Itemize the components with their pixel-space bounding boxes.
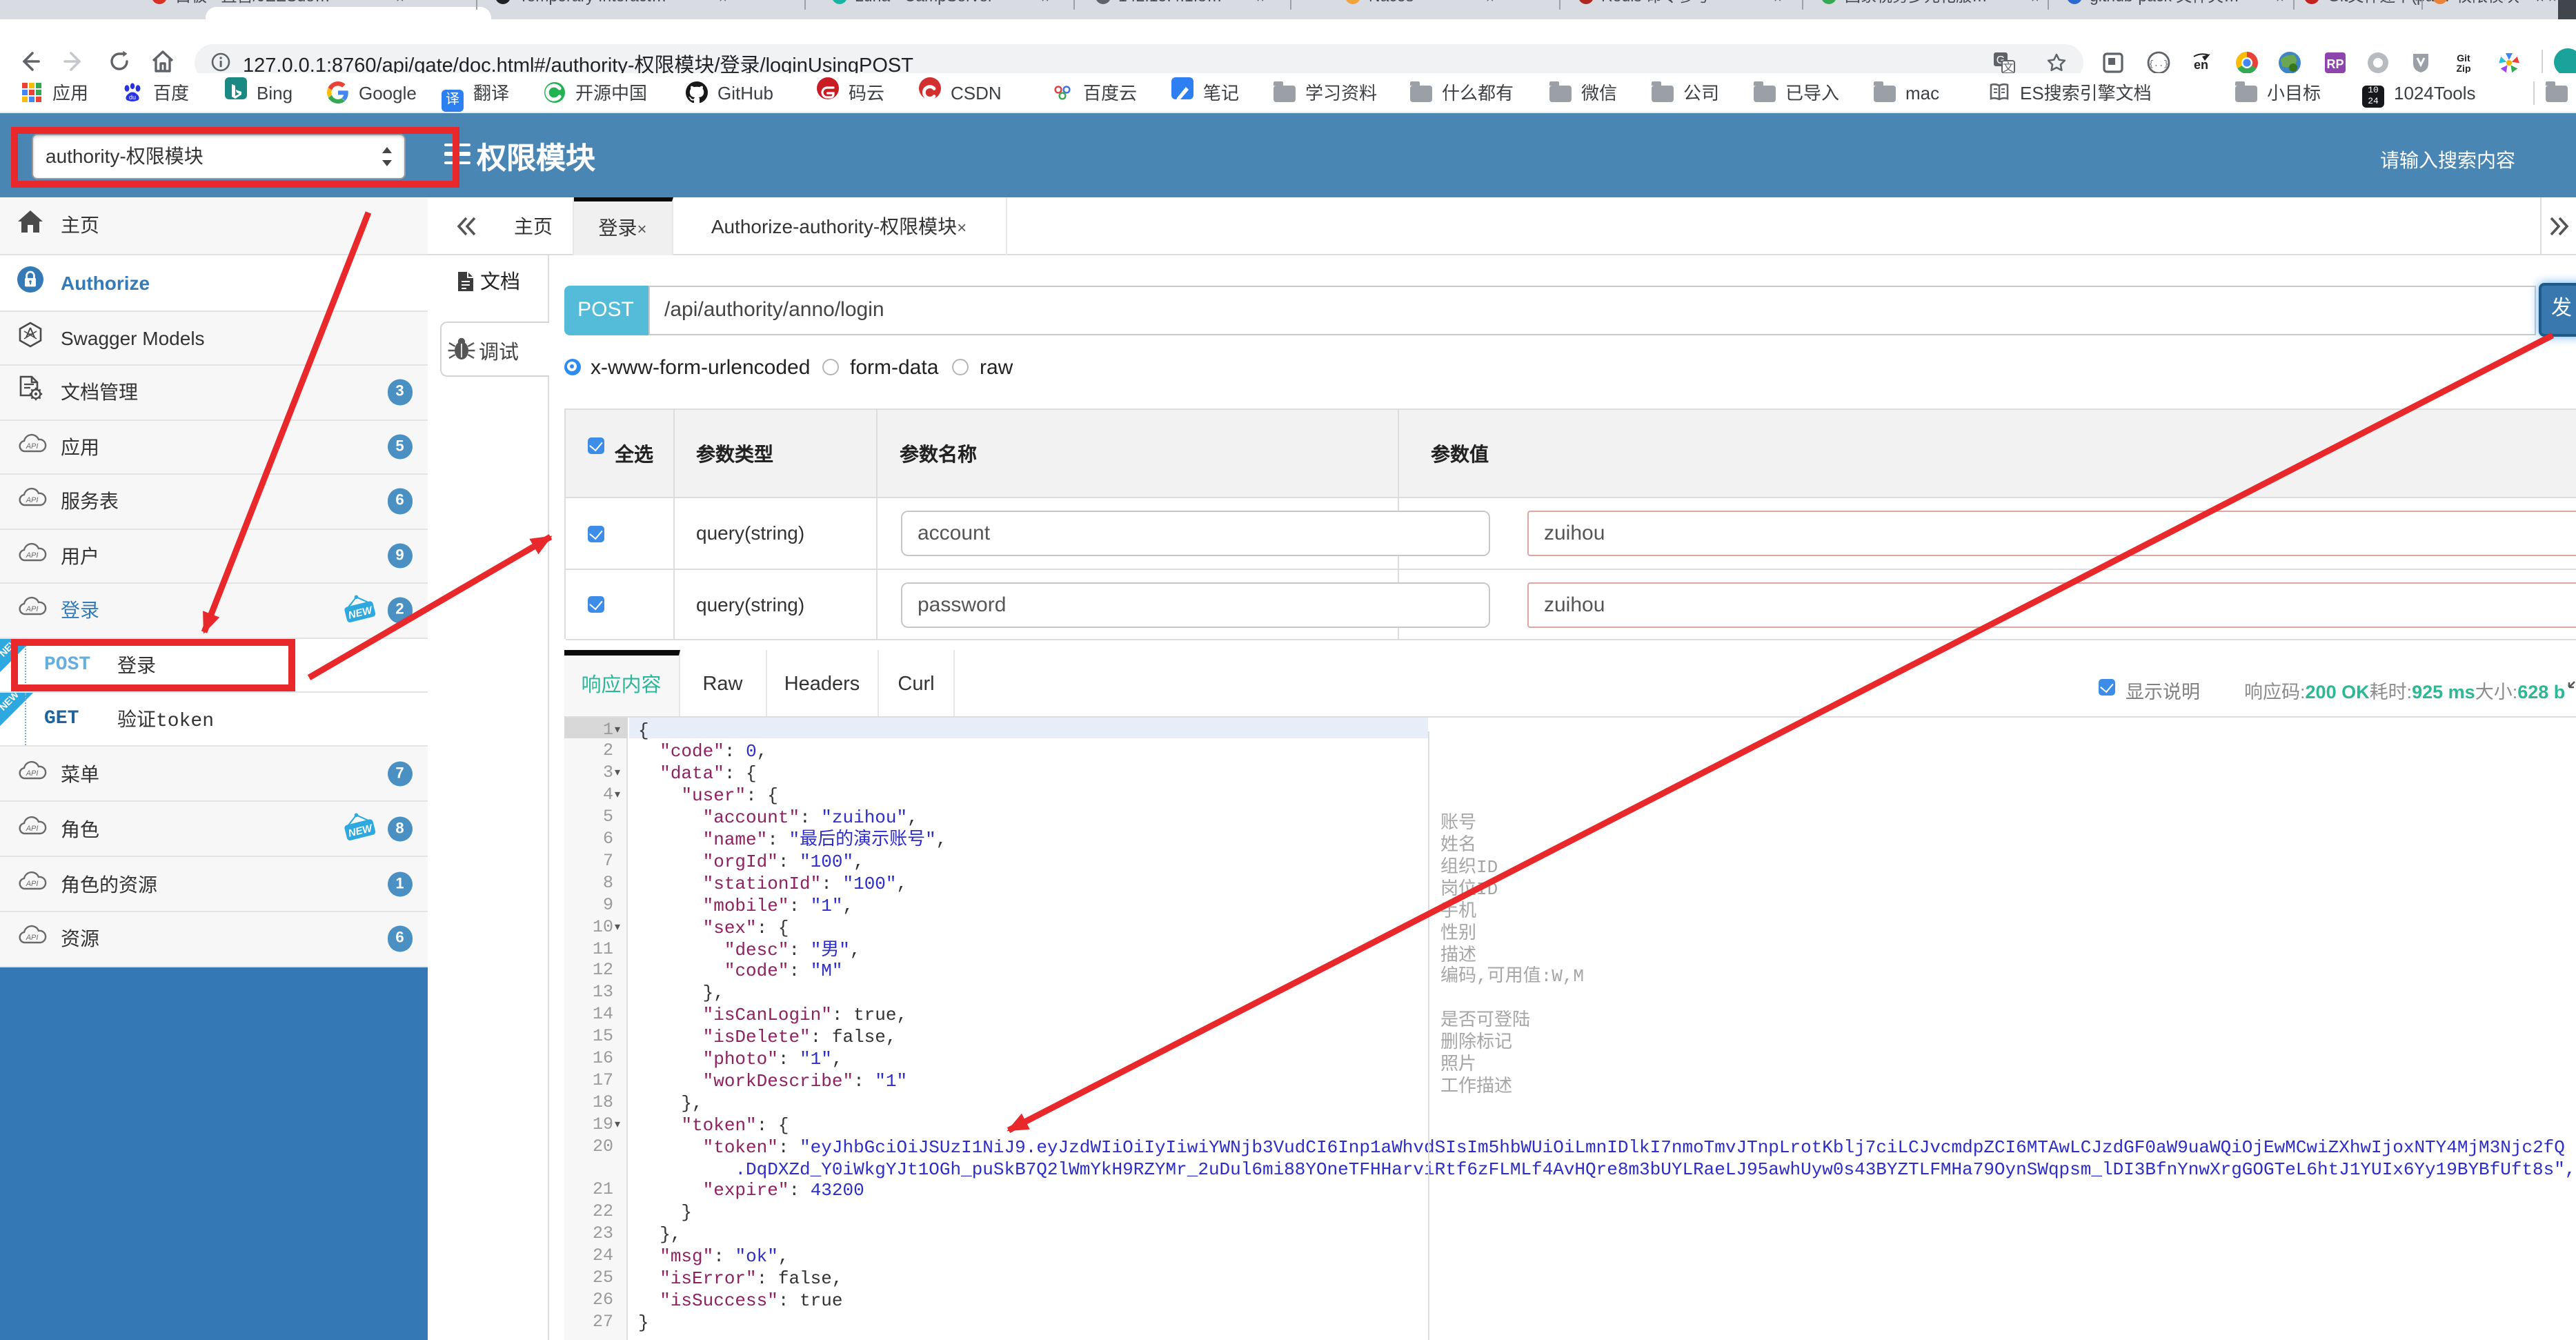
- svg-text:API: API: [26, 497, 39, 505]
- svg-text:文: 文: [2003, 61, 2014, 73]
- svg-text:API: API: [26, 442, 39, 451]
- svg-text:API: API: [26, 824, 39, 832]
- svg-text:Git: Git: [2457, 52, 2470, 63]
- svg-text:API: API: [26, 551, 39, 560]
- svg-text:RP: RP: [2326, 57, 2344, 70]
- svg-text:API: API: [26, 769, 39, 777]
- svg-text:en: en: [2194, 57, 2208, 71]
- svg-text:API: API: [26, 934, 39, 943]
- svg-text:API: API: [26, 879, 39, 887]
- svg-text:Zip: Zip: [2457, 62, 2471, 73]
- svg-text:API: API: [26, 606, 39, 614]
- svg-text:{..}: {..}: [2149, 59, 2169, 68]
- svg-text:du: du: [129, 94, 136, 101]
